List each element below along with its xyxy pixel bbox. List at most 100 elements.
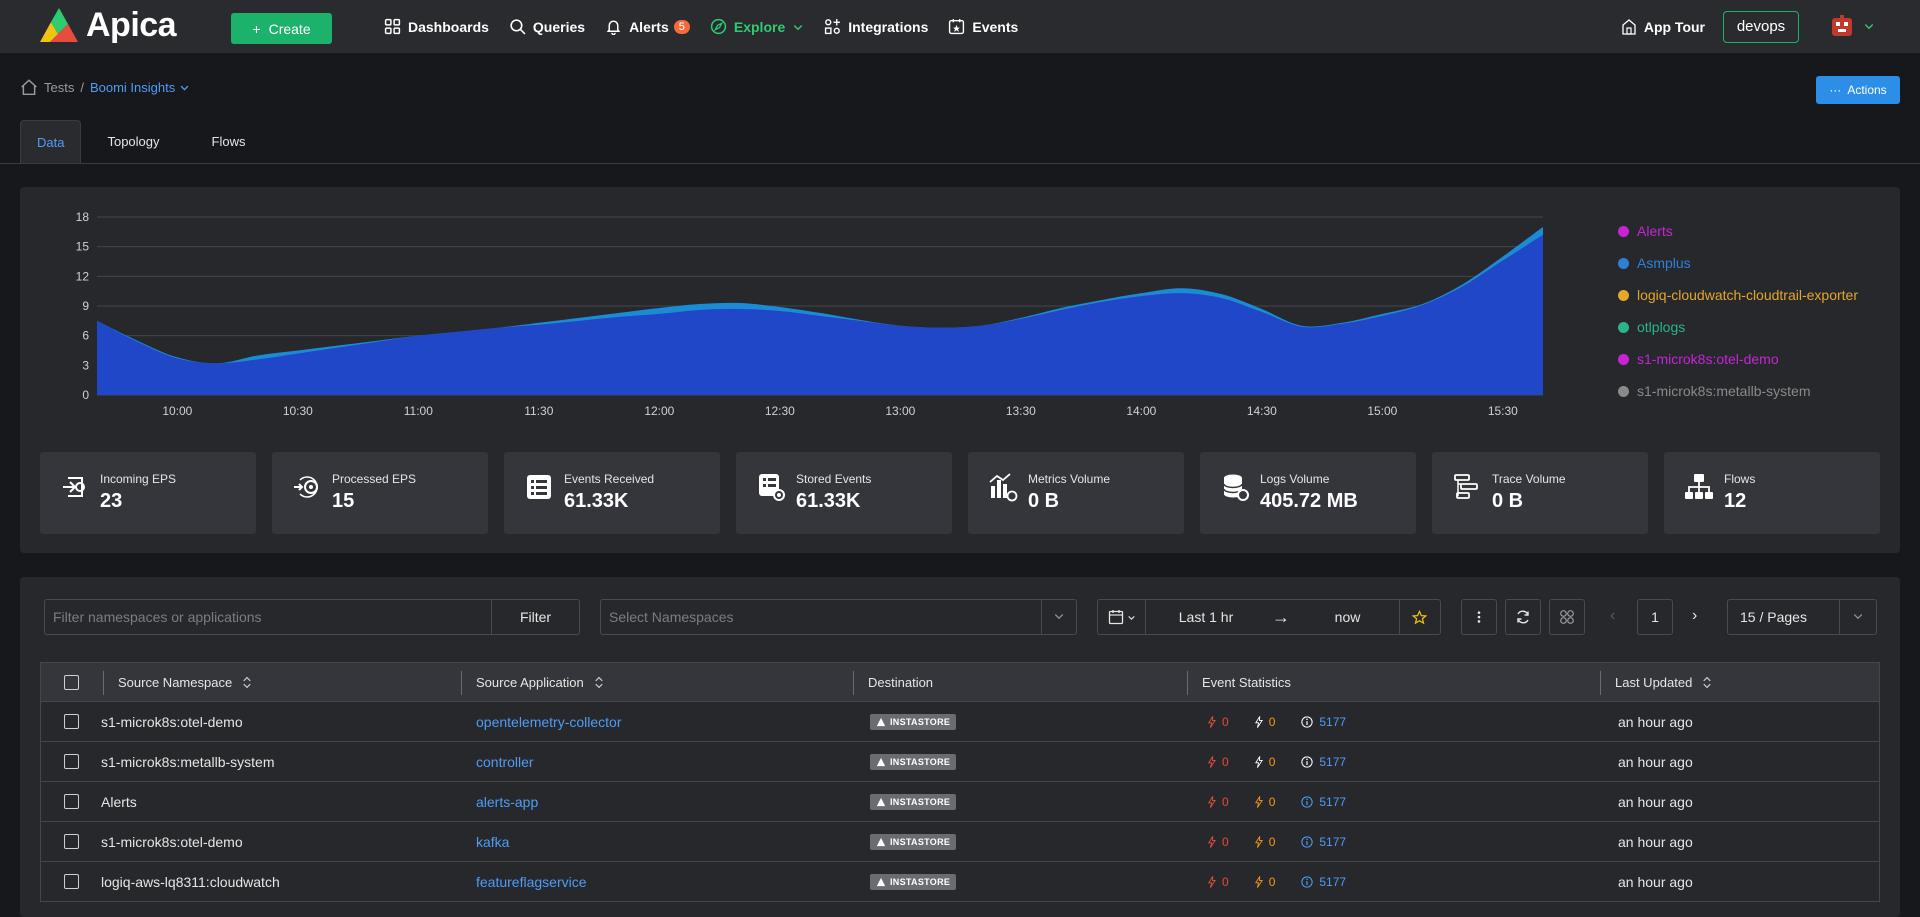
row-checkbox[interactable] [64,754,79,769]
user-avatar-icon[interactable] [1829,14,1855,40]
more-options-button[interactable] [1461,599,1497,635]
col-source-namespace[interactable]: Source Namespace [118,663,252,701]
nav-integrations[interactable]: Integrations [824,18,928,35]
cell-application-link[interactable]: featureflagservice [476,862,587,901]
table-row[interactable]: s1-microk8s:otel-demo opentelemetry-colle… [40,702,1880,742]
table-row[interactable]: s1-microk8s:metallb-system controller INST… [40,742,1880,782]
table-row[interactable]: logiq-aws-lq8311:cloudwatch featureflagse… [40,862,1880,902]
cell-last-updated: an hour ago [1618,833,1693,850]
select-all-checkbox-cell[interactable] [64,663,79,701]
row-checkbox[interactable] [64,714,79,729]
error-count-value: 0 [1222,874,1229,889]
warning-count: 0 [1254,835,1275,849]
legend-item[interactable]: Alerts [1618,215,1858,247]
time-from[interactable]: Last 1 hr [1146,609,1266,625]
per-page-select[interactable]: 15 / Pages [1727,599,1877,635]
col-source-application[interactable]: Source Application [476,663,604,701]
row-checkbox[interactable] [64,834,79,849]
legend-item[interactable]: otlplogs [1618,311,1858,343]
top-navbar: Apica + Create Dashboards Queries Alerts… [0,0,1920,53]
cell-application-link[interactable]: alerts-app [476,782,538,821]
y-tick-label: 0 [82,388,89,402]
info-count: 5177 [1301,875,1346,889]
destination-badge: INSTASTORE [870,753,957,770]
row-checkbox[interactable] [64,874,79,889]
info-count-value: 5177 [1319,874,1347,889]
stat-card-trace-volume: Trace Volume 0 B [1432,452,1648,534]
app-tour-button[interactable]: App Tour [1621,19,1705,35]
x-tick-label: 14:00 [1126,404,1156,418]
cell-application-link[interactable]: controller [476,742,534,781]
legend-item[interactable]: s1-microk8s:otel-demo [1618,343,1858,375]
destination-label: INSTASTORE [890,876,951,887]
bolt-icon [1208,795,1216,808]
overview-panel: 0 3 6 9 12 15 18 10:00 10:30 11:00 11:30 12:00 12:30… [20,187,1900,553]
prev-page-chevron-icon[interactable]: ‹ [1610,607,1615,625]
favorite-star-icon[interactable] [1399,600,1439,634]
table-row[interactable]: Alerts alerts-app INSTASTORE 0 0 5177 an hour … [40,782,1880,822]
nav-alerts[interactable]: Alerts 5 [605,18,690,35]
col-last-updated[interactable]: Last Updated [1615,663,1712,701]
row-checkbox-cell[interactable] [64,742,79,781]
row-checkbox-cell[interactable] [64,702,79,741]
nav-events[interactable]: Events [948,18,1018,35]
x-tick-label: 14:30 [1247,404,1277,418]
tab-data[interactable]: Data [20,120,82,163]
tab-flows[interactable]: Flows [186,120,272,163]
nav-alerts-label: Alerts [629,18,669,35]
cell-application-link[interactable]: kafka [476,822,509,861]
select-all-checkbox[interactable] [64,674,79,690]
nav-dashboards[interactable]: Dashboards [384,18,489,35]
cell-event-statistics: 0 0 5177 [1208,782,1346,821]
stat-label: Logs Volume [1260,472,1330,486]
user-menu-chevron-icon[interactable] [1863,19,1875,35]
apica-logo[interactable]: Apica [38,6,177,45]
filter-input[interactable]: Filter namespaces or applications [44,599,492,635]
next-page-chevron-icon[interactable]: › [1692,607,1697,625]
actions-label: Actions [1847,83,1887,97]
table-row[interactable]: s1-microk8s:otel-demo kafka INSTASTORE 0 0 51… [40,822,1880,862]
legend-item[interactable]: logiq-cloudwatch-cloudtrail-exporter [1618,279,1858,311]
row-checkbox-cell[interactable] [64,782,79,821]
nav-queries[interactable]: Queries [509,18,585,35]
breadcrumb-separator: / [80,79,84,95]
time-range-picker[interactable]: Last 1 hr → now [1097,599,1441,635]
apica-mini-icon [876,837,886,846]
page-number-input[interactable]: 1 [1637,599,1673,635]
row-checkbox-cell[interactable] [64,822,79,861]
tab-topology[interactable]: Topology [81,120,185,163]
info-icon [1301,715,1314,728]
legend-item[interactable]: s1-microk8s:metallb-system [1618,375,1858,407]
stat-card-metrics-volume: Metrics Volume 0 B [968,452,1184,534]
nav-explore[interactable]: Explore [710,18,804,35]
x-tick-label: 13:00 [885,404,915,418]
calendar-dropdown[interactable] [1098,600,1146,634]
create-button[interactable]: + Create [231,13,332,44]
nav-dashboards-label: Dashboards [408,18,489,35]
row-checkbox[interactable] [64,794,79,809]
info-count-value: 5177 [1319,834,1347,849]
cell-application-link[interactable]: opentelemetry-collector [476,702,622,741]
x-tick-label: 15:00 [1367,404,1397,418]
legend-dot [1618,353,1629,365]
breadcrumb-parent[interactable]: Tests [44,80,74,95]
namespace-select[interactable]: Select Namespaces [600,599,1077,635]
y-tick-label: 3 [82,358,89,372]
sort-icon[interactable] [242,676,252,689]
row-checkbox-cell[interactable] [64,862,79,901]
sort-icon[interactable] [594,676,604,689]
breadcrumb-current[interactable]: Boomi Insights [90,80,190,95]
stat-card-processed-eps: Processed EPS 15 [272,452,488,534]
bolt-icon [1208,835,1216,848]
info-count: 5177 [1301,835,1346,849]
home-icon[interactable] [20,78,38,96]
legend-dot [1618,385,1629,397]
legend-item[interactable]: Asmplus [1618,247,1858,279]
refresh-button[interactable] [1505,599,1541,635]
filter-button[interactable]: Filter [491,599,580,635]
org-switcher-button[interactable]: devops [1723,10,1799,43]
actions-button[interactable]: ··· Actions [1816,76,1900,104]
time-to[interactable]: now [1296,609,1399,625]
layout-toggle-button[interactable] [1549,599,1585,635]
sort-icon[interactable] [1702,676,1712,689]
